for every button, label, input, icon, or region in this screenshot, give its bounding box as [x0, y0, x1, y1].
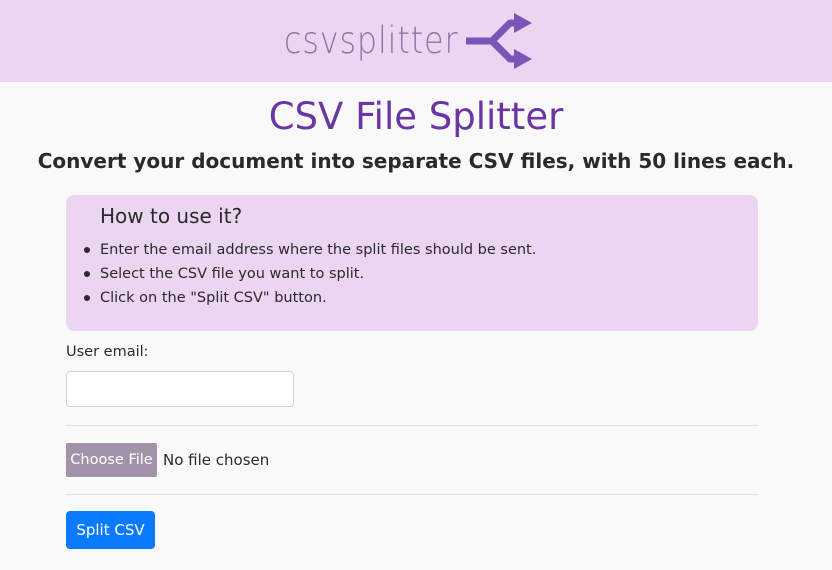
page-title: CSV File Splitter: [268, 95, 564, 138]
how-to-step-text: Click on the "Split CSV" button.: [100, 290, 327, 306]
logo[interactable]: csvsplitter: [284, 8, 532, 74]
bullet-icon: [84, 247, 90, 253]
email-field[interactable]: [66, 371, 294, 407]
bullet-icon: [84, 271, 90, 277]
file-picker: Choose File No file chosen: [66, 443, 269, 477]
divider: [66, 425, 758, 426]
how-to-step-text: Select the CSV file you want to split.: [100, 266, 365, 282]
logo-text: csvsplitter: [284, 18, 459, 62]
choose-file-button[interactable]: Choose File: [66, 443, 157, 477]
how-to-step: Enter the email address where the split …: [84, 238, 537, 262]
split-arrow-icon: [466, 13, 532, 69]
how-to-step: Select the CSV file you want to split.: [84, 262, 536, 286]
header-bar: csvsplitter: [0, 0, 832, 82]
how-to-step-text: Enter the email address where the split …: [100, 242, 537, 258]
page-subtitle: Convert your document into separate CSV …: [37, 149, 795, 173]
email-label: User email:: [66, 344, 149, 360]
file-status-text: No file chosen: [163, 451, 270, 469]
how-to-panel: How to use it? Enter the email address w…: [66, 195, 758, 331]
how-to-title: How to use it?: [100, 204, 243, 228]
how-to-step: Click on the "Split CSV" button.: [84, 286, 536, 310]
how-to-steps: Enter the email address where the split …: [84, 238, 537, 310]
split-csv-button[interactable]: Split CSV: [66, 511, 155, 549]
divider: [66, 494, 758, 495]
bullet-icon: [84, 295, 90, 301]
